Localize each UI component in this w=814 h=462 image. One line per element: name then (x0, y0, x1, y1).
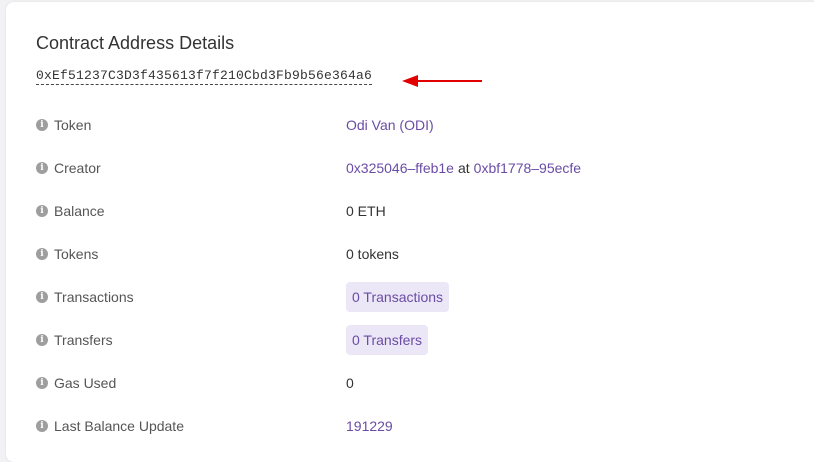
row-label: i Last Balance Update (36, 418, 346, 434)
row-label: i Tokens (36, 246, 346, 262)
balance-label: Balance (54, 203, 105, 219)
row-label: i Creator (36, 160, 346, 176)
token-label: Token (54, 117, 92, 133)
tokens-value: 0 tokens (346, 246, 399, 262)
row-creator: i Creator 0x325046–ffeb1e at 0xbf1778–95ec… (36, 157, 796, 179)
info-icon[interactable]: i (36, 119, 48, 131)
creator-tx-link[interactable]: 0xbf1778–95ecfe (474, 160, 581, 176)
last-balance-update-label: Last Balance Update (54, 418, 184, 434)
row-balance: i Balance 0 ETH (36, 200, 796, 222)
info-icon[interactable]: i (36, 420, 48, 432)
contract-address[interactable]: 0xEf51237C3D3f435613f7f210Cbd3Fb9b56e364… (36, 68, 373, 85)
row-transfers: i Transfers 0 Transfers (36, 325, 796, 355)
row-tokens: i Tokens 0 tokens (36, 243, 796, 265)
balance-value: 0 ETH (346, 203, 386, 219)
token-link[interactable]: Odi Van (ODI) (346, 117, 434, 133)
row-label: i Token (36, 117, 346, 133)
row-label: i Transactions (36, 289, 346, 305)
info-icon[interactable]: i (36, 162, 48, 174)
creator-address-link[interactable]: 0x325046–ffeb1e (346, 160, 454, 176)
row-label: i Gas Used (36, 375, 346, 391)
row-last-balance-update: i Last Balance Update 191229 (36, 415, 796, 437)
creator-label: Creator (54, 160, 101, 176)
page-title: Contract Address Details (36, 33, 235, 53)
creator-at-text: at (457, 160, 470, 176)
row-transactions: i Transactions 0 Transactions (36, 282, 796, 312)
gas-used-value: 0 (346, 375, 354, 391)
gas-used-label: Gas Used (54, 375, 117, 391)
left-arrow-icon (402, 75, 482, 87)
info-icon[interactable]: i (36, 377, 48, 389)
row-gas-used: i Gas Used 0 (36, 372, 796, 394)
row-token: i Token Odi Van (ODI) (36, 114, 796, 136)
info-icon[interactable]: i (36, 334, 48, 346)
transactions-label: Transactions (54, 289, 134, 305)
transfers-label: Transfers (54, 332, 113, 348)
info-icon[interactable]: i (36, 291, 48, 303)
last-balance-update-link[interactable]: 191229 (346, 418, 393, 434)
transfers-button[interactable]: 0 Transfers (346, 325, 429, 355)
row-label: i Balance (36, 203, 346, 219)
row-label: i Transfers (36, 332, 346, 348)
creator-value: 0x325046–ffeb1e at 0xbf1778–95ecfe (346, 160, 581, 176)
tokens-label: Tokens (54, 246, 99, 262)
info-icon[interactable]: i (36, 248, 48, 260)
transactions-button[interactable]: 0 Transactions (346, 282, 450, 312)
info-icon[interactable]: i (36, 205, 48, 217)
